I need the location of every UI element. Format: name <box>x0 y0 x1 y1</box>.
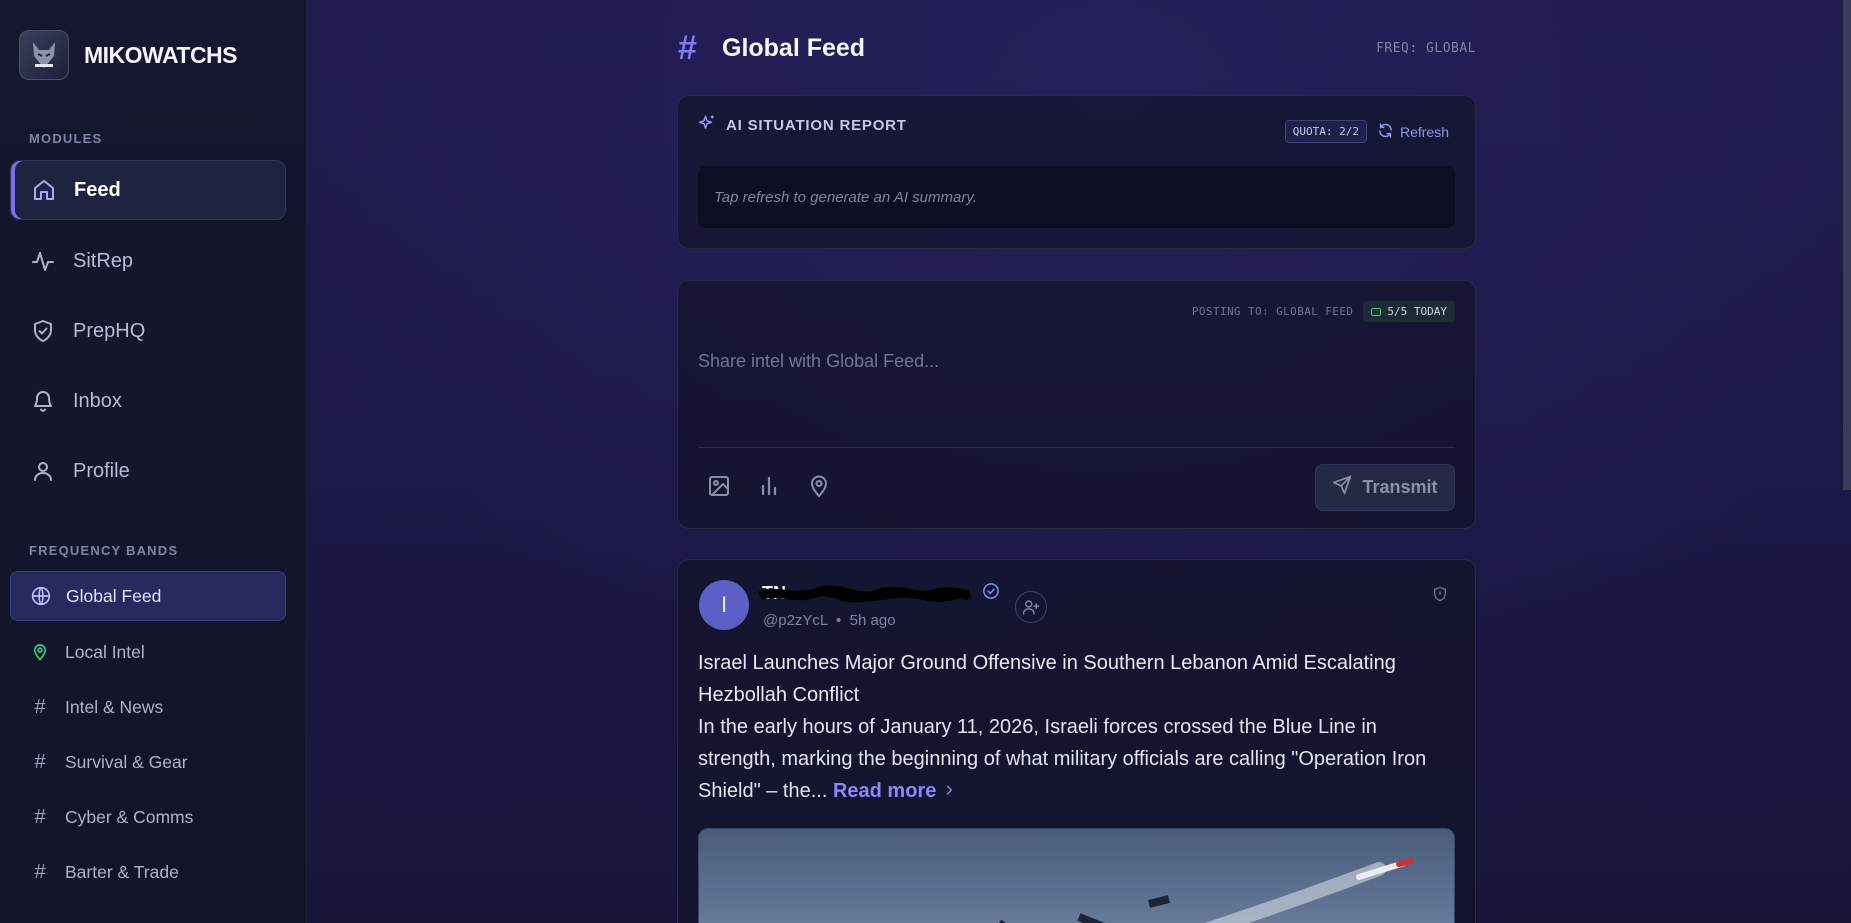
band-item-label: Barter & Trade <box>65 861 179 882</box>
read-more-label: Read more <box>832 780 937 802</box>
post-body-text: In the early hours of January 11, 2026, … <box>698 716 1427 802</box>
globe-icon <box>30 585 52 607</box>
scrollbar[interactable] <box>1843 0 1851 490</box>
band-item-global-feed[interactable]: Global Feed <box>10 571 286 621</box>
sitrep-title: AI SITUATION REPORT <box>726 117 907 134</box>
read-more-link[interactable]: Read more <box>833 780 956 802</box>
daily-quota-badge: 5/5 TODAY <box>1363 301 1455 322</box>
nav-item-label: PrepHQ <box>73 319 146 342</box>
nav-item-label: Feed <box>74 178 121 201</box>
band-item-intel-news[interactable]: # Intel & News <box>10 682 286 732</box>
ai-situation-report-card: AI SITUATION REPORT QUOTA: 2/2 Refresh T… <box>677 95 1476 249</box>
band-item-label: Local Intel <box>65 641 145 662</box>
nav-item-label: Profile <box>73 459 130 482</box>
post-time: 5h ago <box>849 612 896 629</box>
sidebar: MIKOWATCHS MODULES Feed SitRep PrepHQ In… <box>0 0 307 923</box>
hash-icon: # <box>34 750 46 773</box>
compose-input[interactable] <box>698 333 1455 389</box>
post-body: In the early hours of January 11, 2026, … <box>698 711 1445 807</box>
nav-item-prephq[interactable]: PrepHQ <box>10 301 286 361</box>
post-meta: @p2zYcL • 5h ago <box>763 612 896 629</box>
posting-to-label: POSTING TO: GLOBAL FEED <box>1191 305 1354 318</box>
send-icon <box>1332 475 1352 500</box>
quota-badge: QUOTA: 2/2 <box>1284 120 1367 143</box>
band-item-cyber-comms[interactable]: # Cyber & Comms <box>10 792 286 842</box>
divider <box>698 447 1455 448</box>
author-name: TN <box>758 583 972 604</box>
image-icon[interactable] <box>706 473 732 499</box>
feed-post: I TN @p2zYcL • 5h ago Israel Launches Ma… <box>677 559 1476 923</box>
sparkles-icon <box>698 114 716 137</box>
nav-item-sitrep[interactable]: SitRep <box>10 231 286 291</box>
band-item-local-intel[interactable]: Local Intel <box>10 627 286 677</box>
map-pin-icon <box>29 641 51 663</box>
nav-item-inbox[interactable]: Inbox <box>10 371 286 431</box>
band-item-label: Intel & News <box>65 696 164 717</box>
follow-user-button[interactable] <box>1015 591 1047 623</box>
activity-icon <box>30 248 56 274</box>
poll-chart-icon[interactable] <box>756 473 782 499</box>
nav-item-profile[interactable]: Profile <box>10 441 286 501</box>
wolf-logo-icon <box>19 30 69 80</box>
app-name: MIKOWATCHS <box>84 41 238 68</box>
modules-label: MODULES <box>29 131 103 146</box>
band-item-survival-gear[interactable]: # Survival & Gear <box>10 737 286 787</box>
nav-item-label: Inbox <box>73 389 122 412</box>
sitrep-summary-box: Tap refresh to generate an AI summary. <box>698 166 1455 228</box>
band-item-label: Cyber & Comms <box>65 806 194 827</box>
daily-quota-label: 5/5 TODAY <box>1387 305 1447 318</box>
transmit-label: Transmit <box>1362 477 1438 497</box>
video-icon <box>1371 307 1382 316</box>
chevron-right-icon <box>946 785 953 795</box>
bell-icon <box>30 388 56 414</box>
refresh-label: Refresh <box>1399 124 1449 140</box>
user-icon <box>30 458 56 484</box>
author-handle: @p2zYcL <box>763 612 828 629</box>
verified-badge-icon <box>982 582 1000 605</box>
brand[interactable]: MIKOWATCHS <box>19 30 238 80</box>
feed-header: # Global Feed FREQ: GLOBAL <box>678 28 1476 68</box>
refresh-icon <box>1377 122 1394 142</box>
frequency-bands-label: FREQUENCY BANDS <box>29 543 179 558</box>
rocket-launch-image <box>999 858 1414 923</box>
hash-icon: # <box>34 860 46 883</box>
shield-check-icon <box>30 318 56 344</box>
transmit-button[interactable]: Transmit <box>1315 464 1455 511</box>
hash-icon: # <box>34 805 46 828</box>
avatar[interactable]: I <box>699 580 749 630</box>
redaction-scribble <box>758 585 972 603</box>
post-author[interactable]: TN <box>758 582 1000 605</box>
hash-icon: # <box>34 695 46 718</box>
report-shield-icon[interactable] <box>1432 586 1448 607</box>
meta-separator: • <box>836 612 842 629</box>
frequency-indicator: FREQ: GLOBAL <box>1376 40 1476 56</box>
post-title: Israel Launches Major Ground Offensive i… <box>698 652 1396 706</box>
location-pin-icon[interactable] <box>806 473 832 499</box>
band-item-barter-trade[interactable]: # Barter & Trade <box>10 847 286 897</box>
hash-icon: # <box>678 28 697 67</box>
home-icon <box>31 177 57 203</box>
post-image[interactable] <box>698 828 1455 923</box>
band-item-label: Survival & Gear <box>65 751 188 772</box>
nav-item-feed[interactable]: Feed <box>10 160 286 220</box>
refresh-button[interactable]: Refresh <box>1377 122 1449 142</box>
nav-item-label: SitRep <box>73 249 134 272</box>
band-item-label: Global Feed <box>66 585 162 606</box>
post-composer: POSTING TO: GLOBAL FEED 5/5 TODAY Transm… <box>677 280 1476 529</box>
user-plus-icon <box>1022 600 1040 615</box>
page-title: Global Feed <box>722 33 866 62</box>
